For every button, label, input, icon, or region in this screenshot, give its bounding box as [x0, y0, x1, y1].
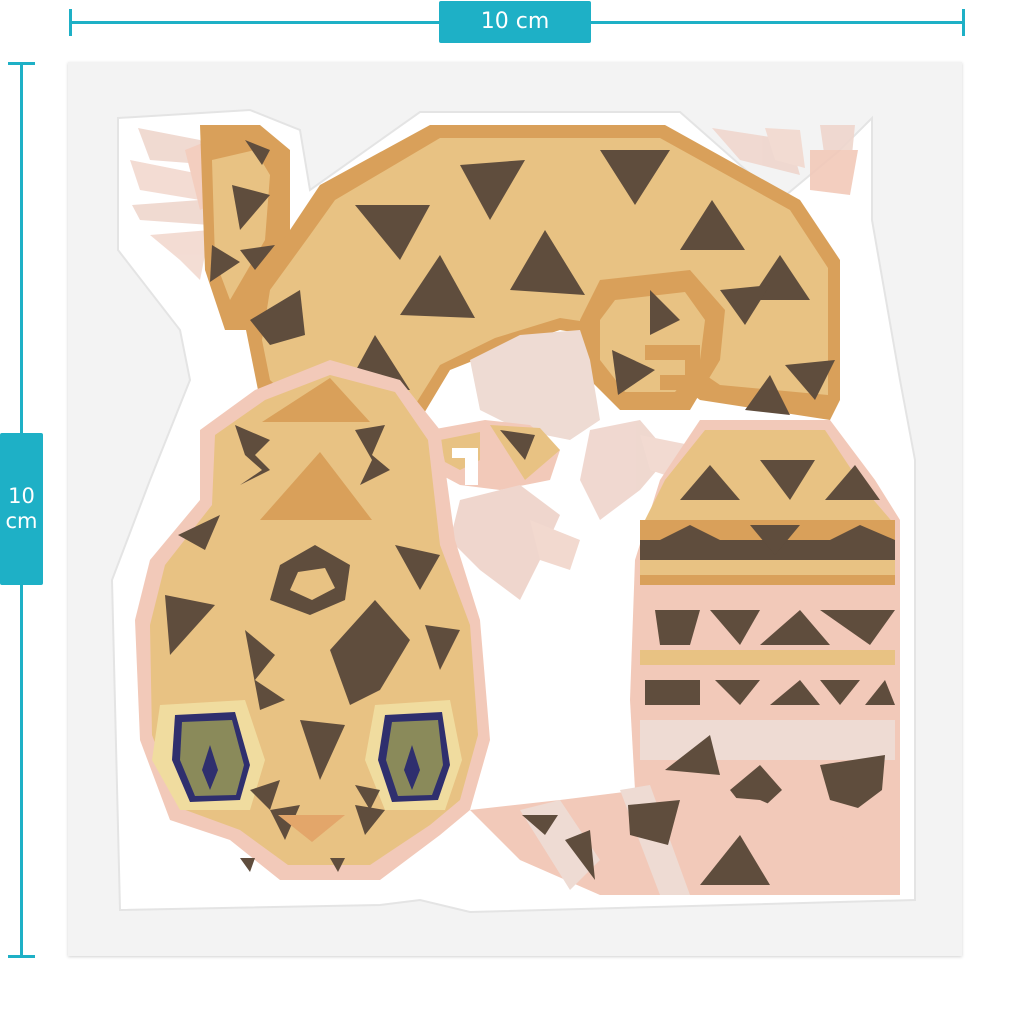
leopard-gecko-sticker-icon: [110, 108, 916, 914]
product-preview: 10 cm 10 cm: [0, 0, 1024, 1024]
